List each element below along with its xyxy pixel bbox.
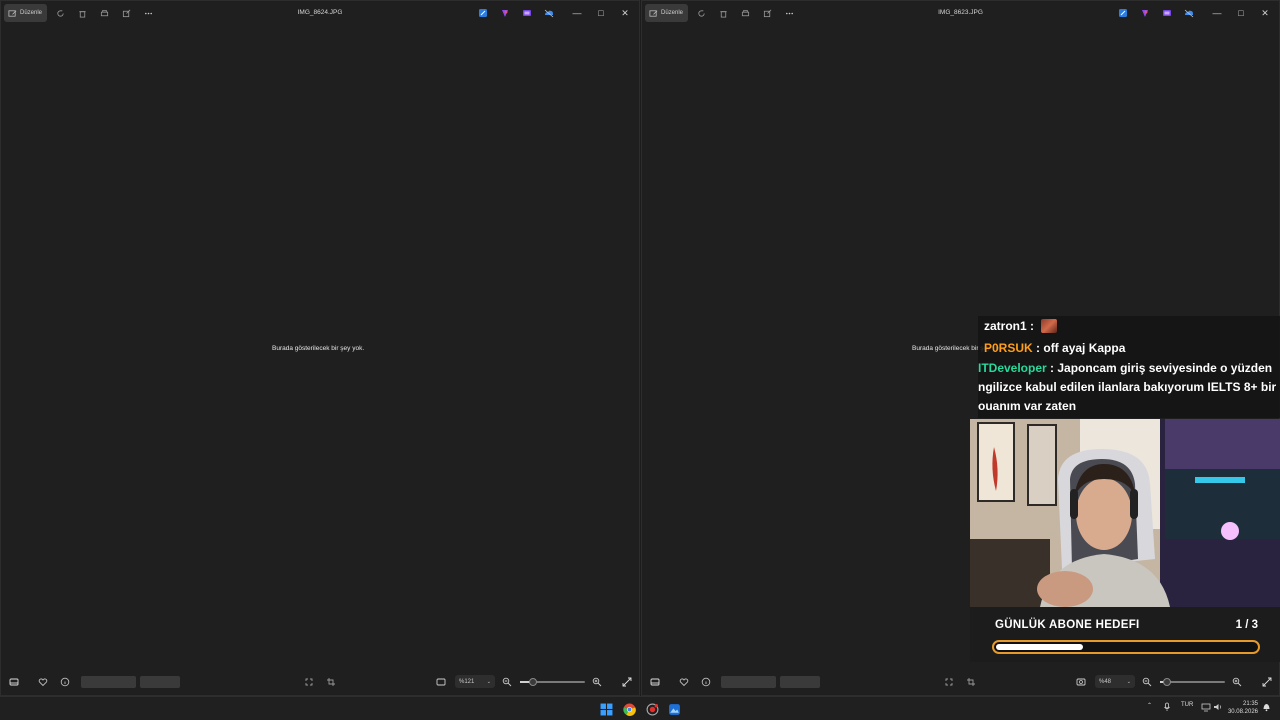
maximize-button[interactable]: □ — [1231, 4, 1251, 22]
paint-app-icon[interactable] — [1116, 6, 1130, 20]
bottom-toolbar: %121 ⌄ — [1, 669, 639, 695]
microphone-icon[interactable] — [1163, 702, 1171, 714]
bottom-toolbar: %48 ⌄ — [642, 669, 1279, 695]
goal-label: GÜNLÜK ABONE HEDEFI — [995, 619, 1140, 631]
thumbnail-placeholder — [780, 676, 820, 688]
chat-message: zatron1 : — [984, 317, 1058, 336]
stream-chat: zatron1 : P0RSUK : off ayaj Kappa ITDeve… — [978, 316, 1280, 418]
goal-progress-bar — [992, 640, 1260, 654]
zoom-slider[interactable] — [1160, 678, 1225, 686]
chat-message: P0RSUK : off ayaj Kappa — [984, 341, 1126, 355]
zoom-value: %48 — [1099, 678, 1112, 685]
chat-text: off ayaj Kappa — [1043, 341, 1126, 355]
thumbnail-placeholder — [721, 676, 776, 688]
webcam-feed — [970, 419, 1280, 607]
zoom-out-icon[interactable] — [1140, 675, 1154, 689]
notification-bell-icon[interactable] — [1262, 702, 1271, 714]
chrome-icon[interactable] — [621, 701, 637, 717]
designer-app-icon[interactable] — [520, 6, 534, 20]
chat-message: ITDeveloper : Japoncam giriş seviyesinde… — [978, 361, 1273, 375]
windows-start-icon[interactable] — [598, 701, 614, 717]
zoom-dropdown[interactable]: %48 ⌄ — [1095, 675, 1135, 688]
chat-text: ngilizce kabul edilen ilanlara bakıyorum… — [978, 380, 1277, 394]
title-bar: Düzenle IMG_8623.JPG — □ ✕ — [642, 1, 1279, 25]
goal-progress-fill — [996, 644, 1083, 650]
clock-date: 30.08.2026 — [1227, 709, 1258, 715]
fullscreen-icon[interactable] — [1260, 675, 1274, 689]
close-button[interactable]: ✕ — [1255, 4, 1275, 22]
paint-app-icon[interactable] — [476, 6, 490, 20]
emote-image — [1041, 319, 1058, 333]
fit-icon[interactable] — [302, 675, 316, 689]
chat-message-continued: ouanım var zaten — [978, 397, 1076, 416]
clock[interactable]: 21:35 30.08.2026 — [1228, 700, 1258, 716]
chat-username: zatron1 — [984, 319, 1027, 333]
photos-app-icon[interactable] — [666, 701, 682, 717]
clipchamp-app-icon[interactable] — [498, 6, 512, 20]
zoom-out-icon[interactable] — [500, 675, 514, 689]
language-indicator[interactable]: TUR — [1181, 702, 1193, 708]
zoom-value: %121 — [459, 678, 475, 685]
info-icon[interactable] — [699, 675, 713, 689]
maximize-button[interactable]: □ — [591, 4, 611, 22]
taskbar: ⌃ TUR 21:35 30.08.2026 — [0, 696, 1280, 720]
sub-goal-widget: GÜNLÜK ABONE HEDEFI 1 / 3 — [970, 607, 1280, 662]
crop-icon[interactable] — [324, 675, 338, 689]
minimize-button[interactable]: — — [567, 4, 587, 22]
thumbnail-placeholder — [81, 676, 136, 688]
zoom-dropdown[interactable]: %121 ⌄ — [455, 675, 495, 688]
chat-username: P0RSUK — [984, 341, 1033, 355]
filmstrip-icon[interactable] — [7, 675, 21, 689]
webcam-image — [970, 419, 1280, 607]
minimize-button[interactable]: — — [1207, 4, 1227, 22]
onedrive-icon[interactable] — [1182, 6, 1196, 20]
onedrive-icon[interactable] — [542, 6, 556, 20]
empty-message: Burada gösterilecek bir şey yok. — [272, 345, 365, 352]
clock-time: 21:35 — [1242, 701, 1258, 707]
photos-window-left: Düzenle IMG_8624.JPG — □ ✕ Burada göster… — [0, 0, 640, 696]
favorite-icon[interactable] — [677, 675, 691, 689]
goal-count: 1 / 3 — [1235, 619, 1258, 631]
recording-app-icon[interactable] — [644, 701, 660, 717]
info-icon[interactable] — [58, 675, 72, 689]
chevron-down-icon: ⌄ — [1126, 678, 1131, 685]
chevron-up-icon[interactable]: ⌃ — [1147, 702, 1152, 709]
chat-message-continued: ngilizce kabul edilen ilanlara bakıyorum… — [978, 378, 1276, 397]
zoom-slider[interactable] — [520, 678, 585, 686]
thumbnail-placeholder — [140, 676, 180, 688]
filmstrip-icon[interactable] — [648, 675, 662, 689]
chevron-down-icon: ⌄ — [486, 678, 491, 685]
zoom-slider-knob[interactable] — [529, 678, 537, 686]
actual-size-icon[interactable] — [434, 675, 448, 689]
fit-icon[interactable] — [942, 675, 956, 689]
clipchamp-app-icon[interactable] — [1138, 6, 1152, 20]
actual-size-icon[interactable] — [1074, 675, 1088, 689]
fullscreen-icon[interactable] — [620, 675, 634, 689]
designer-app-icon[interactable] — [1160, 6, 1174, 20]
zoom-in-icon[interactable] — [1230, 675, 1244, 689]
title-bar: Düzenle IMG_8624.JPG — □ ✕ — [1, 1, 639, 25]
zoom-in-icon[interactable] — [590, 675, 604, 689]
crop-icon[interactable] — [964, 675, 978, 689]
zoom-slider-knob[interactable] — [1162, 678, 1171, 686]
chat-text: Japoncam giriş seviyesinde o yüzden — [1057, 361, 1273, 375]
chat-username: ITDeveloper — [978, 361, 1047, 375]
network-icon[interactable] — [1201, 702, 1211, 714]
volume-icon[interactable] — [1213, 702, 1223, 714]
close-button[interactable]: ✕ — [615, 4, 635, 22]
favorite-icon[interactable] — [36, 675, 50, 689]
chat-text: ouanım var zaten — [978, 399, 1077, 413]
